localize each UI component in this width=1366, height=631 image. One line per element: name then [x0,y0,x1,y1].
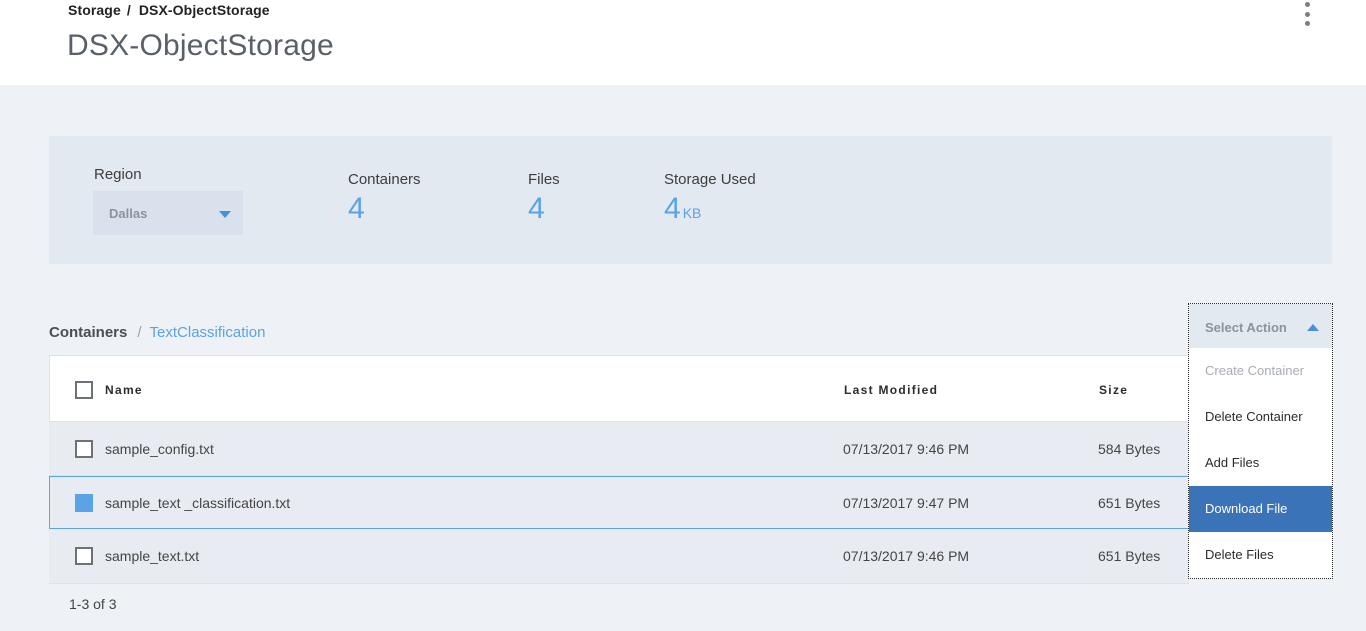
table-row[interactable]: sample_text.txt 07/13/2017 9:46 PM 651 B… [49,529,1189,584]
region-label: Region [94,166,142,183]
page-title: DSX-ObjectStorage [67,29,334,62]
menu-item-delete-container[interactable]: Delete Container [1189,394,1332,440]
row-checkbox[interactable] [75,440,93,458]
kebab-vertical-icon[interactable] [1300,2,1314,26]
files-stat-value: 4 [528,192,545,225]
storage-used-stat: Storage Used 4 KB [664,171,756,230]
container-breadcrumb-current: TextClassification [149,324,266,341]
region-select-value: Dallas [109,205,148,221]
select-action-placeholder: Select Action [1205,320,1287,335]
row-size: 651 Bytes [1098,495,1161,511]
chevron-up-icon [1307,324,1319,331]
row-file-name: sample_text _classification.txt [105,495,291,511]
containers-breadcrumb-link[interactable]: Containers [49,324,127,341]
table-row[interactable]: sample_config.txt 07/13/2017 9:46 PM 584… [49,422,1189,476]
column-header-last-modified[interactable]: Last Modified [844,383,938,397]
column-header-size[interactable]: Size [1099,383,1128,397]
breadcrumb-separator: / [126,2,131,18]
select-action-dropdown[interactable]: Select Action Create Container Delete Co… [1188,303,1333,579]
storage-used-unit: KB [682,205,702,221]
storage-used-stat-value: 4 [664,192,681,225]
storage-used-stat-value-wrap: 4 KB [664,192,756,230]
menu-item-create-container: Create Container [1205,363,1304,378]
row-checkbox[interactable] [75,547,93,565]
select-action-toggle[interactable]: Select Action [1189,304,1332,348]
row-file-name: sample_config.txt [105,441,214,457]
chevron-down-icon [219,211,231,218]
row-last-modified: 07/13/2017 9:46 PM [843,548,970,564]
row-last-modified: 07/13/2017 9:47 PM [843,495,970,511]
breadcrumb: Storage / DSX-ObjectStorage [68,2,270,18]
menu-item-add-files[interactable]: Add Files [1189,440,1332,486]
region-select[interactable]: Dallas [93,191,243,235]
row-size: 651 Bytes [1098,548,1161,564]
page-header: Storage / DSX-ObjectStorage DSX-ObjectStor… [0,0,1366,85]
containers-stat-label: Containers [348,171,421,188]
containers-stat: Containers 4 [348,171,421,226]
menu-item-download-file[interactable]: Download File [1189,486,1332,532]
column-header-name[interactable]: Name [105,383,143,397]
breadcrumb-separator: / [137,324,142,341]
breadcrumb-current: DSX-ObjectStorage [138,2,270,18]
row-size: 584 Bytes [1098,441,1161,457]
files-stat: Files 4 [528,171,560,226]
pagination-summary: 1-3 of 3 [69,596,117,612]
row-last-modified: 07/13/2017 9:46 PM [843,441,970,457]
container-breadcrumb: Containers / TextClassification [49,324,265,341]
storage-used-stat-label: Storage Used [664,171,756,188]
storage-stats-panel: Region Dallas Containers 4 Files 4 Stora… [49,136,1332,264]
table-header: Name Last Modified Size [49,355,1189,422]
menu-item-delete-files[interactable]: Delete Files [1189,532,1332,578]
containers-stat-value: 4 [348,192,365,225]
files-table: Name Last Modified Size sample_config.tx… [49,355,1189,584]
files-stat-label: Files [528,171,560,188]
row-checkbox[interactable] [75,494,93,512]
row-file-name: sample_text.txt [105,548,200,564]
breadcrumb-storage-link[interactable]: Storage [68,2,121,18]
table-row[interactable]: sample_text _classification.txt 07/13/20… [49,476,1189,529]
select-all-checkbox[interactable] [75,381,93,399]
